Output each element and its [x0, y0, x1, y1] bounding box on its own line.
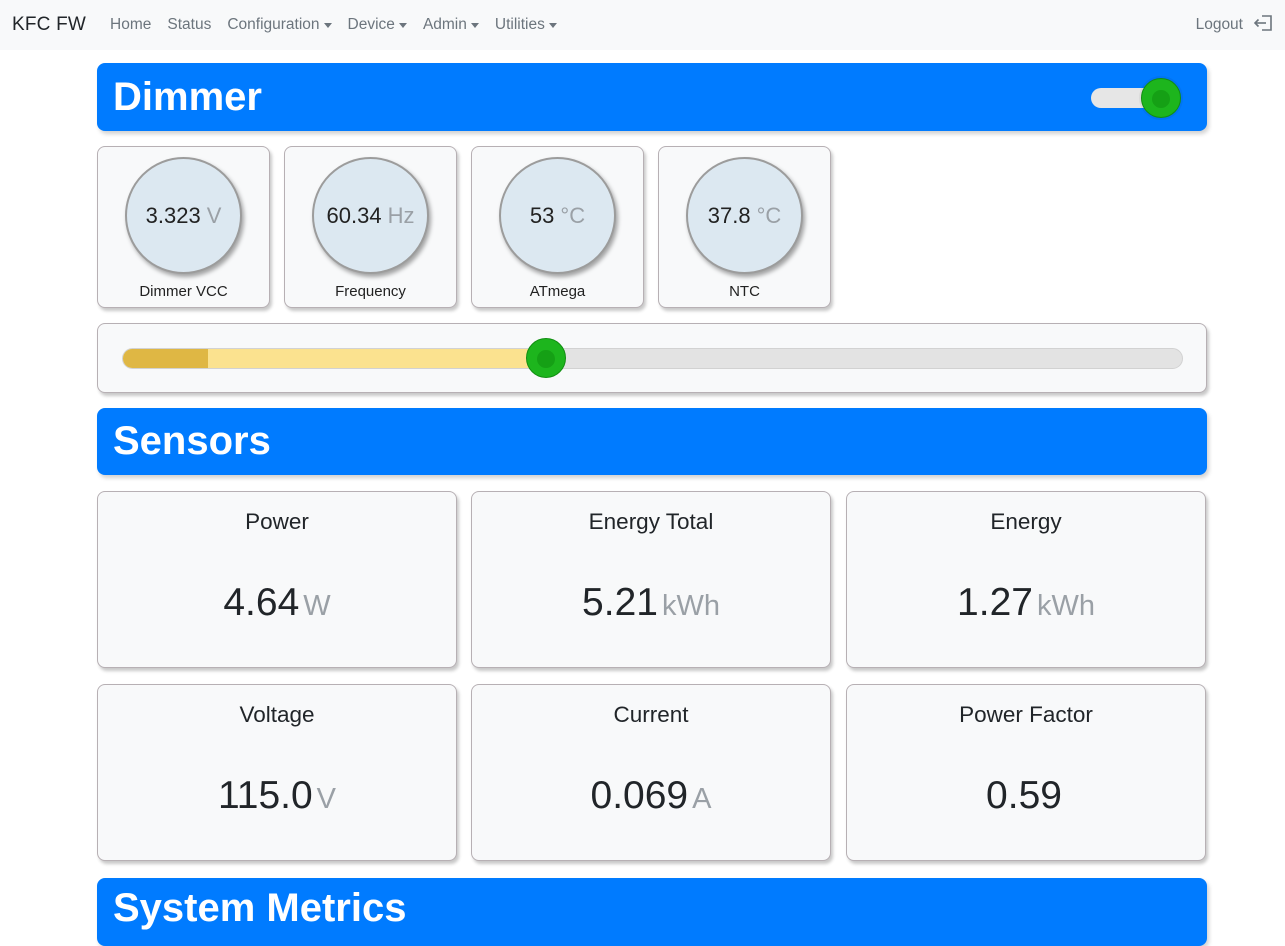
slider-min-range: [123, 349, 208, 368]
chevron-down-icon: [548, 23, 557, 28]
gauge-label: Frequency: [335, 283, 406, 300]
nav-device[interactable]: Device: [348, 16, 407, 34]
system-metrics-title: System Metrics: [113, 886, 407, 930]
sensor-unit: kWh: [661, 590, 720, 622]
sensor-unit: W: [303, 590, 331, 622]
gauge-card-frequency: 60.34 Hz Frequency: [284, 146, 457, 308]
sensor-card-power: Power 4.64 W: [97, 491, 457, 668]
gauge-circle: 53 °C: [499, 157, 616, 274]
sensor-unit: V: [316, 783, 337, 815]
sensor-value: 4.64: [223, 581, 300, 624]
sensors-header: Sensors: [97, 408, 1207, 475]
gauge-unit: °C: [756, 202, 782, 228]
sensor-title: Current: [613, 702, 689, 727]
sensors-title: Sensors: [113, 419, 271, 463]
logout-label: Logout: [1195, 16, 1243, 33]
nav-configuration-label: Configuration: [227, 16, 320, 33]
nav-admin[interactable]: Admin: [423, 16, 479, 34]
nav-configuration[interactable]: Configuration: [227, 16, 332, 34]
gauge-value: 37.8: [707, 202, 751, 228]
gauge-card-ntc: 37.8 °C NTC: [658, 146, 831, 308]
nav-utilities-label: Utilities: [494, 16, 545, 33]
nav-utilities[interactable]: Utilities: [495, 16, 557, 34]
gauge-card-atmega: 53 °C ATmega: [471, 146, 644, 308]
chevron-down-icon: [323, 23, 332, 28]
gauge-label: NTC: [729, 283, 760, 300]
sensor-card-energy: Energy 1.27 kWh: [846, 491, 1206, 668]
dimmer-level-slider[interactable]: [122, 348, 1183, 369]
gauge-unit: V: [206, 202, 222, 228]
gauge-circle: 60.34 Hz: [312, 157, 429, 274]
sensor-value: 5.21: [582, 581, 658, 624]
sensor-card-current: Current 0.069 A: [471, 684, 831, 861]
chevron-down-icon: [470, 23, 479, 28]
sensor-card-energy-total: Energy Total 5.21 kWh: [471, 491, 831, 668]
sensor-title: Energy: [990, 509, 1062, 534]
gauge-card-dimmer-vcc: 3.323 V Dimmer VCC: [97, 146, 270, 308]
gauge-unit: °C: [560, 202, 586, 228]
logout-icon: [1253, 14, 1273, 37]
sensor-value: 0.069: [590, 774, 689, 817]
gauge-value: 3.323: [145, 202, 201, 228]
gauge-unit: Hz: [387, 202, 415, 228]
sensor-card-voltage: Voltage 115.0 V: [97, 684, 457, 861]
sensor-title: Power: [245, 509, 309, 534]
sensor-value: 1.27: [957, 581, 1033, 624]
gauge-label: Dimmer VCC: [139, 283, 228, 300]
slider-knob[interactable]: [526, 338, 567, 378]
sensor-title: Energy Total: [588, 509, 714, 534]
sensor-value: 0.59: [986, 774, 1062, 817]
nav-home[interactable]: Home: [110, 16, 151, 34]
gauge-circle: 37.8 °C: [686, 157, 803, 274]
sensor-value: 115.0: [217, 774, 313, 817]
logout-button[interactable]: Logout: [1196, 14, 1273, 37]
system-metrics-header: System Metrics: [97, 878, 1207, 946]
nav-home-label: Home: [110, 16, 152, 33]
dimmer-toggle[interactable]: [1089, 78, 1183, 118]
nav-device-label: Device: [347, 16, 395, 33]
sensor-card-power-factor: Power Factor 0.59: [846, 684, 1206, 861]
sensor-unit: A: [692, 783, 712, 815]
navbar: KFC FW Home Status Configuration Device …: [0, 0, 1285, 50]
gauge-value: 60.34: [326, 202, 382, 228]
nav-status-label: Status: [167, 16, 212, 33]
dimmer-level-card: [97, 323, 1207, 393]
dimmer-title: Dimmer: [113, 74, 262, 119]
gauge-value: 53: [529, 202, 555, 228]
gauge-label: ATmega: [529, 283, 586, 300]
nav-status[interactable]: Status: [167, 16, 211, 34]
sensor-unit: kWh: [1036, 590, 1095, 622]
gauge-circle: 3.323 V: [125, 157, 242, 274]
toggle-knob: [1141, 78, 1181, 118]
sensor-title: Voltage: [239, 702, 315, 727]
nav-admin-label: Admin: [422, 16, 467, 33]
dimmer-header: Dimmer: [97, 63, 1207, 131]
brand[interactable]: KFC FW: [12, 14, 86, 36]
sensor-title: Power Factor: [959, 702, 1093, 727]
chevron-down-icon: [398, 23, 407, 28]
